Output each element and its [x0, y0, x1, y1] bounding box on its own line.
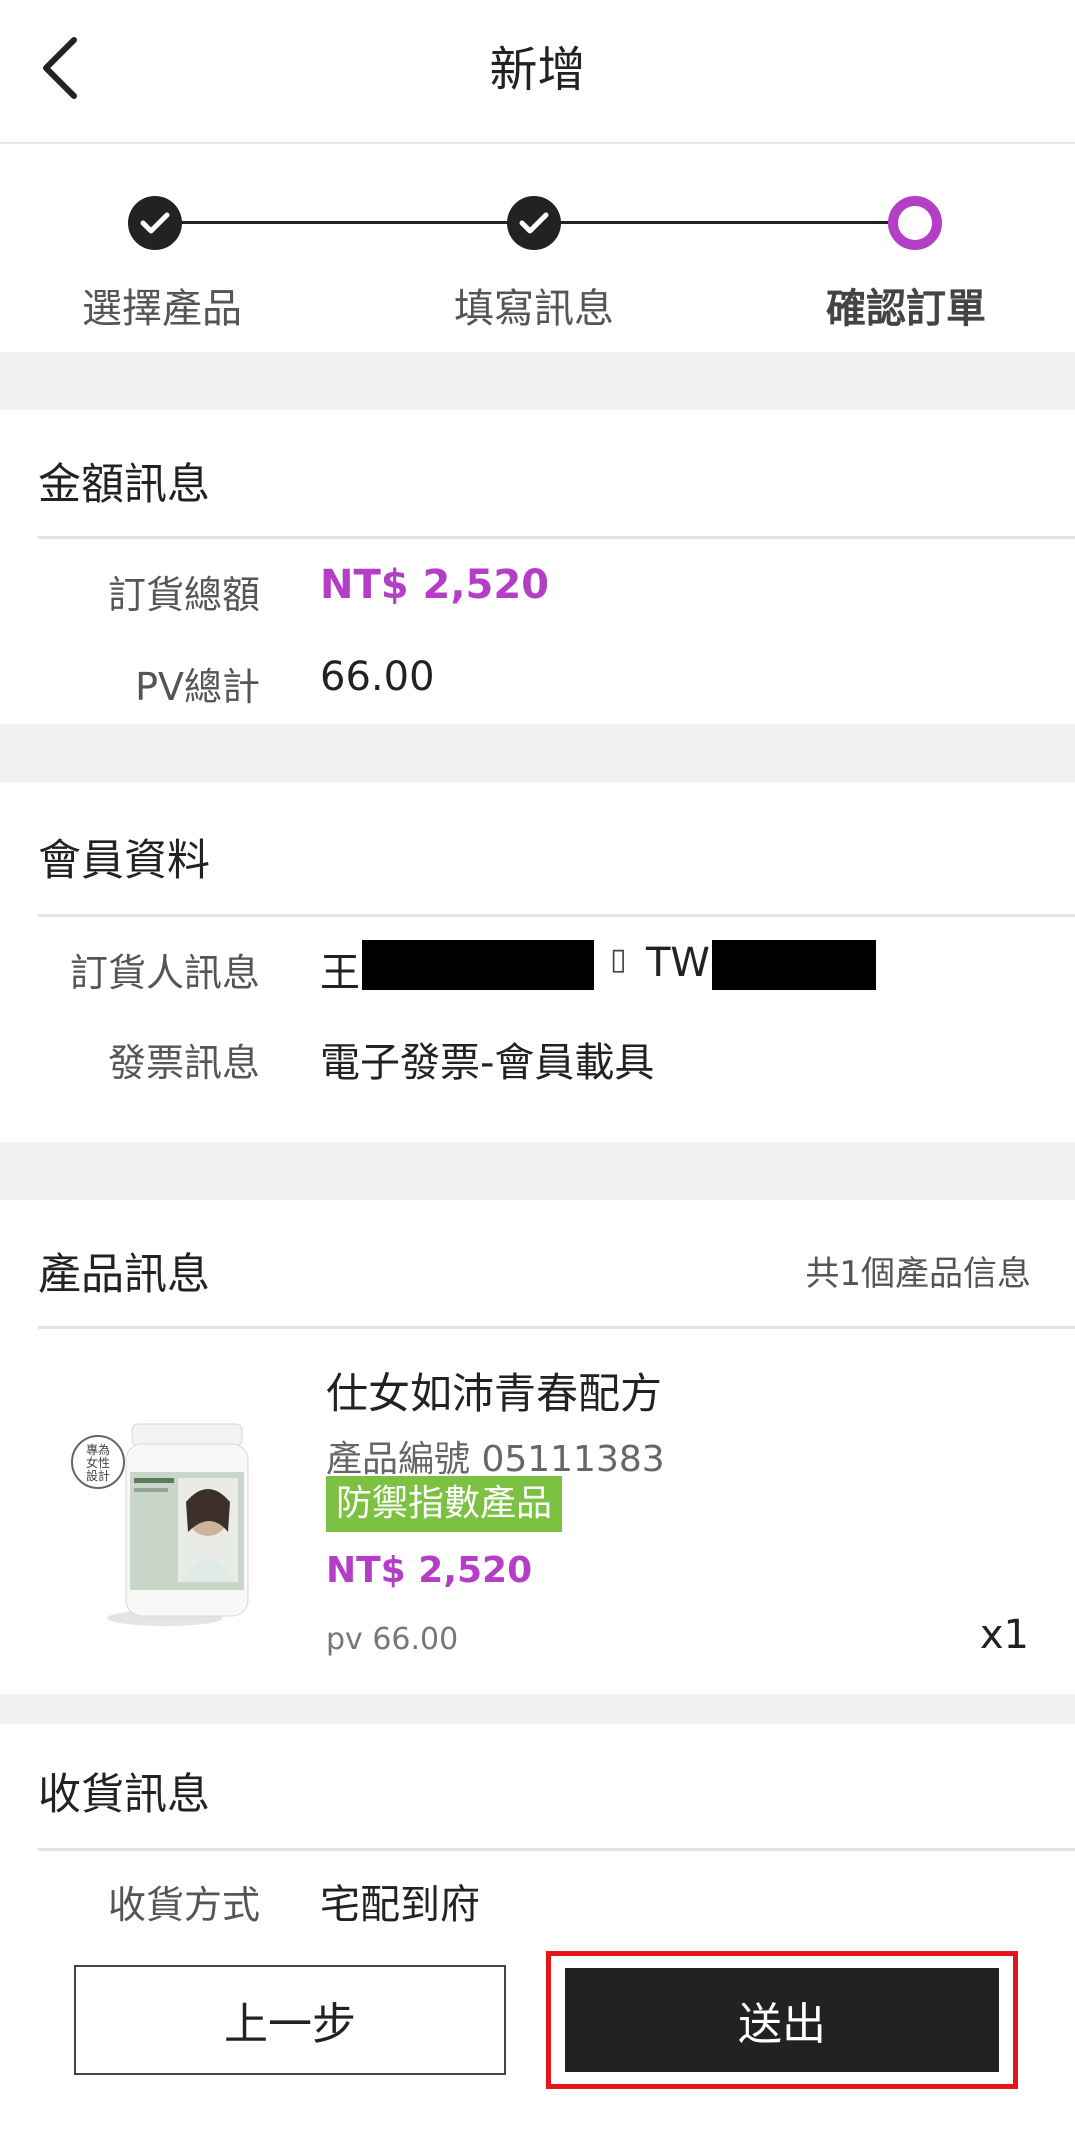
step-label-confirm-order: 確認訂單 — [826, 286, 986, 332]
member-section-title: 會員資料 — [38, 836, 210, 886]
orderer-name: 王 — [320, 940, 360, 998]
step-connector — [560, 221, 900, 224]
section-gap — [0, 1142, 1075, 1200]
page-title: 新增 — [489, 42, 586, 98]
step-label-fill-info: 填寫訊息 — [454, 286, 614, 332]
section-gap — [0, 724, 1075, 782]
amount-section: 金額訊息 訂貨總額 NT$ 2,520 PV總計 66.00 — [0, 410, 1075, 724]
step-1-check-icon — [128, 196, 182, 250]
divider — [38, 1848, 1075, 1851]
step-connector — [180, 221, 510, 224]
footer-actions: 上一步 送出 — [0, 1935, 1075, 2129]
member-section: 會員資料 訂貨人訊息 王 ▯ TW 發票訊息 電子發票-會員載具 — [0, 782, 1075, 1142]
shipping-method-value: 宅配到府 — [320, 1882, 480, 1928]
order-total-label: 訂貨總額 — [107, 573, 260, 617]
invoice-label: 發票訊息 — [107, 1041, 260, 1085]
order-total-value: NT$ 2,520 — [320, 562, 550, 608]
orderer-label: 訂貨人訊息 — [69, 951, 260, 995]
pv-total-value: 66.00 — [320, 654, 435, 700]
svg-text:設計: 設計 — [86, 1468, 110, 1483]
previous-step-button[interactable]: 上一步 — [74, 1965, 506, 2075]
invoice-value: 電子發票-會員載具 — [320, 1040, 655, 1086]
pv-total-label: PV總計 — [135, 665, 260, 709]
amount-section-title: 金額訊息 — [38, 460, 210, 510]
step-3-current-icon — [888, 196, 942, 250]
product-name[interactable]: 仕女如沛青春配方 — [326, 1360, 662, 1421]
divider — [38, 1326, 1075, 1329]
divider — [38, 536, 1075, 539]
orderer-name-prefix: 王 — [320, 950, 360, 996]
section-gap — [0, 352, 1075, 410]
svg-text:專為: 專為 — [86, 1443, 110, 1457]
section-gap — [0, 1694, 1075, 1724]
shipping-section-title: 收貨訊息 — [38, 1770, 210, 1820]
submit-highlight-frame: 送出 — [546, 1951, 1018, 2089]
product-pv: pv 66.00 — [326, 1622, 459, 1657]
divider — [38, 914, 1075, 917]
product-price: NT$ 2,520 — [326, 1550, 533, 1591]
separator-glyph: ▯ — [610, 942, 627, 977]
step-label-select-product: 選擇產品 — [82, 286, 242, 332]
product-badge: 防禦指數產品 — [326, 1476, 563, 1532]
shipping-method-label: 收貨方式 — [107, 1883, 260, 1927]
product-code: 產品編號 05111383 — [326, 1439, 665, 1480]
orderer-id: TW — [646, 940, 710, 986]
redacted-id — [712, 940, 876, 990]
submit-button[interactable]: 送出 — [565, 1968, 999, 2072]
product-section-title: 產品訊息 — [38, 1250, 210, 1300]
product-image[interactable]: 專為 女性 設計 — [70, 1412, 260, 1632]
svg-text:女性: 女性 — [86, 1455, 110, 1470]
order-progress-stepper: 選擇產品 填寫訊息 確認訂單 — [0, 146, 1075, 352]
product-count: 共1個產品信息 — [805, 1254, 1031, 1294]
redacted-name — [362, 940, 594, 990]
app-header: 新增 — [0, 0, 1075, 144]
product-quantity: x1 — [979, 1612, 1029, 1658]
shipping-section: 收貨訊息 收貨方式 宅配到府 — [0, 1724, 1075, 1944]
step-2-check-icon — [507, 196, 561, 250]
